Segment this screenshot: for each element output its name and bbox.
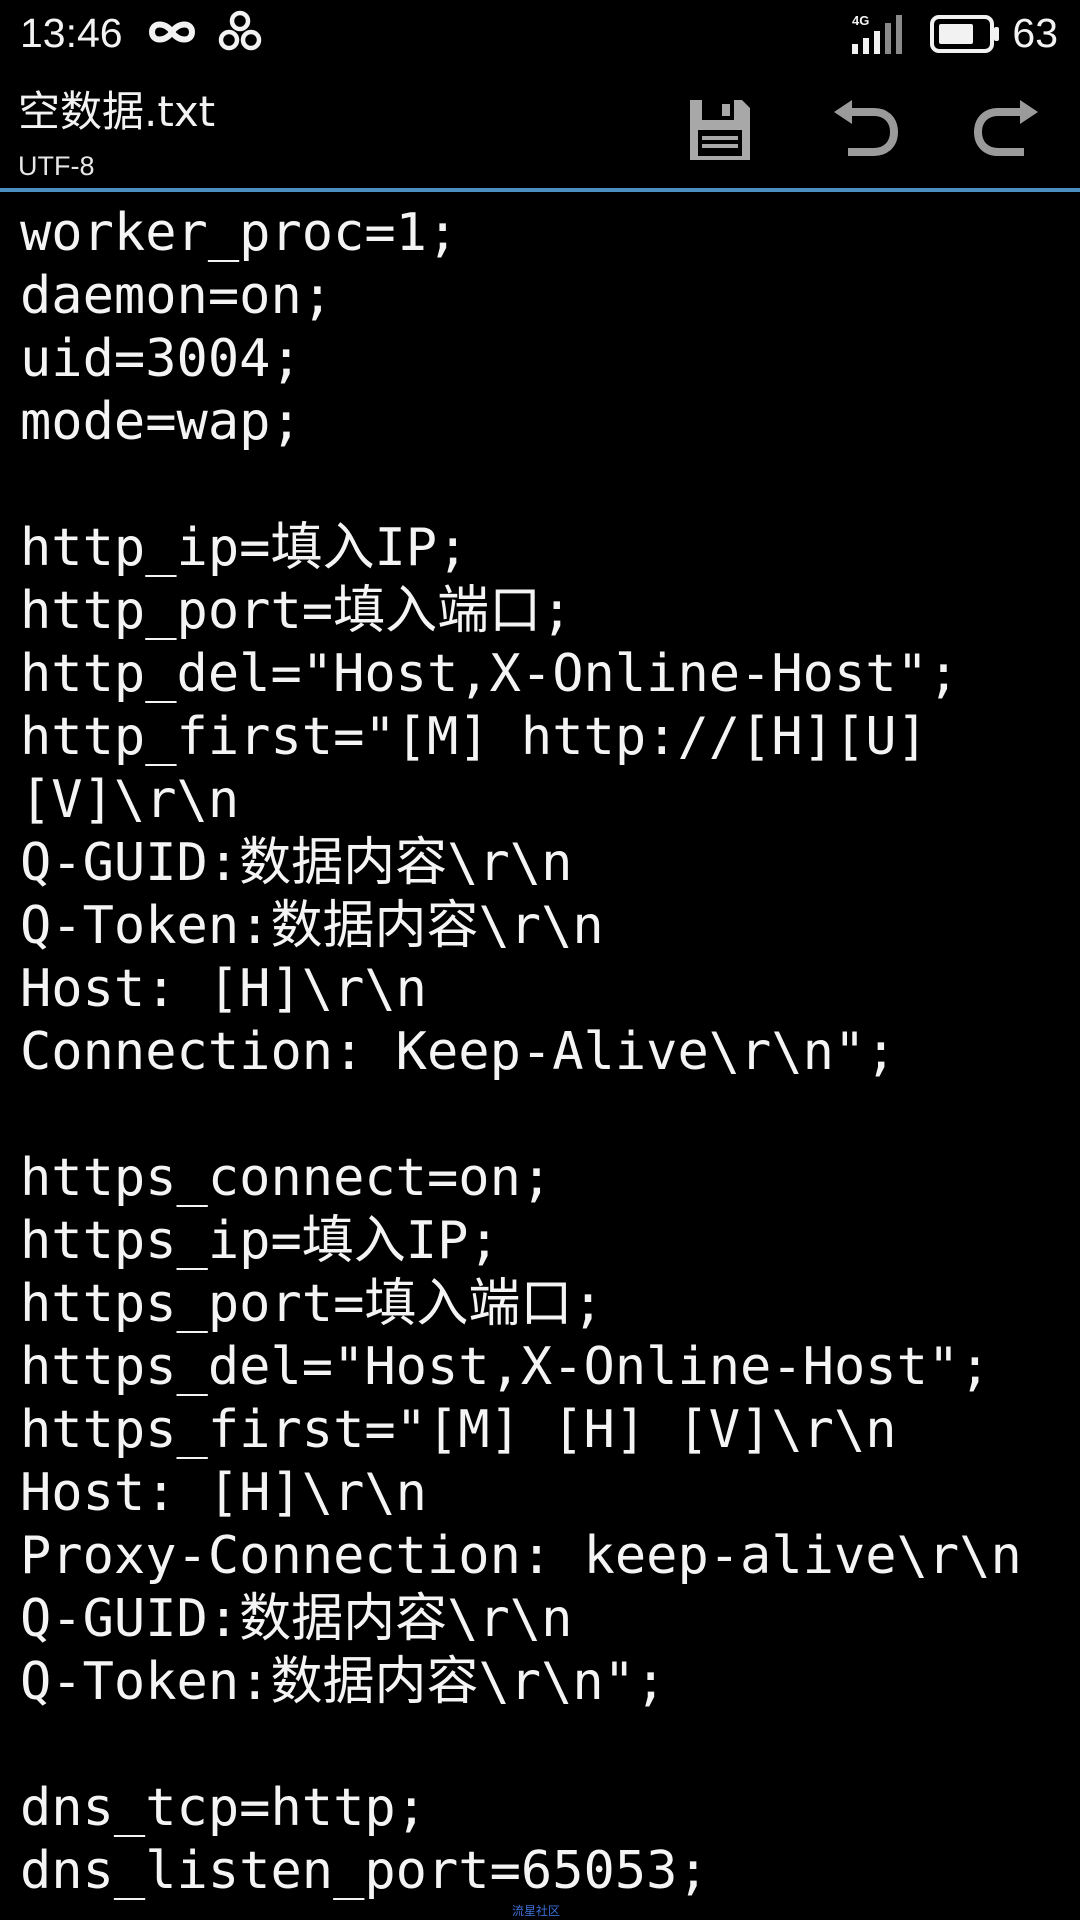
editor-line[interactable]: https_ip=填入IP; [20,1210,500,1273]
text-editor[interactable]: worker_proc=1; daemon=on; uid=3004; mode… [0,192,1080,1902]
undo-button[interactable] [818,88,914,172]
network-type-label: 4G [852,13,869,28]
save-button[interactable] [672,88,768,172]
editor-line[interactable]: https_port=填入端口; [20,1273,604,1336]
save-icon [684,94,756,166]
editor-line[interactable]: Connection: Keep-Alive\r\n"; [20,1021,897,1084]
status-bar: 13:46 4G 63 [0,0,1080,66]
file-title: 空数据.txt [18,87,216,136]
editor-line[interactable]: uid=3004; [20,328,302,391]
status-time: 13:46 [20,10,123,56]
undo-icon [830,98,902,162]
editor-line[interactable]: dns_tcp=http; [20,1777,427,1840]
editor-line[interactable]: dns_listen_port=65053; [20,1840,709,1902]
editor-line[interactable]: http_ip=填入IP; [20,517,468,580]
editor-line[interactable]: https_first="[M] [H] [V]\r\n [20,1399,897,1462]
file-encoding: UTF-8 [18,151,95,181]
editor-line[interactable]: mode=wap; [20,391,302,454]
watermark: 流星社区 [512,1904,561,1918]
battery-level: 63 [1012,10,1058,56]
signal-icon: 4G [850,12,910,56]
redo-button[interactable] [958,88,1054,172]
editor-line[interactable]: Q-Token:数据内容\r\n"; [20,1651,666,1714]
redo-icon [970,98,1042,162]
editor-line[interactable]: Q-GUID:数据内容\r\n [20,832,572,895]
editor-line[interactable]: Host: [H]\r\n [20,1462,427,1525]
editor-line[interactable]: [V]\r\n [20,769,239,832]
editor-line[interactable]: http_del="Host,X-Online-Host"; [20,643,959,706]
editor-line[interactable]: Q-GUID:数据内容\r\n [20,1588,572,1651]
infinity-icon [146,12,198,52]
editor-line[interactable]: daemon=on; [20,265,333,328]
editor-line[interactable]: Host: [H]\r\n [20,958,427,1021]
editor-line[interactable]: https_connect=on; [20,1147,552,1210]
editor-line[interactable]: worker_proc=1; [20,202,458,265]
editor-line[interactable]: http_first="[M] http://[H][U] [20,706,928,769]
clover-icon [218,10,262,54]
editor-line[interactable]: https_del="Host,X-Online-Host"; [20,1336,991,1399]
editor-toolbar: 空数据.txt UTF-8 [0,66,1080,188]
editor-line[interactable]: Proxy-Connection: keep-alive\r\n [20,1525,1022,1588]
editor-line[interactable]: Q-Token:数据内容\r\n [20,895,604,958]
battery-icon [930,14,1002,54]
editor-line[interactable]: http_port=填入端口; [20,580,572,643]
